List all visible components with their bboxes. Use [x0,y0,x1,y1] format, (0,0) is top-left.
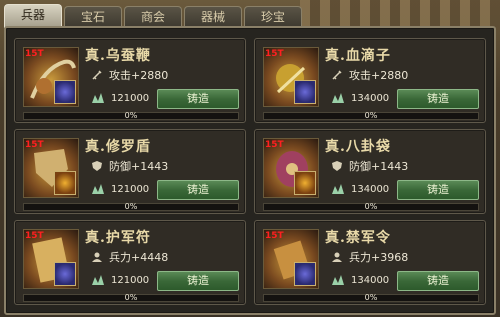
forge-panel: 15T 真.乌蚕鞭 攻击+2880 121000 铸造 0% 15T 真.血滴子 [4,26,496,315]
item-cost-value: 134000 [351,183,390,195]
gem-icon [294,80,316,104]
sword-icon [332,70,342,80]
item-icon[interactable]: 15T [263,47,319,107]
item-card: 15T 真.八卦袋 防御+1443 134000 铸造 0% [254,129,486,214]
soldier-icon [332,252,342,262]
forge-progress-bar: 0% [23,293,239,302]
gem-icon [294,262,316,286]
item-level-badge: 15T [25,140,44,150]
sword-icon [92,70,102,80]
tab-weapons[interactable]: 兵器 [4,4,62,28]
gem-icon [54,80,76,104]
item-stat: 攻击+2880 [91,67,168,83]
item-icon[interactable]: 15T [23,229,79,289]
jade-icon [92,93,104,103]
forge-button[interactable]: 铸造 [397,180,479,200]
progress-text: 0% [364,293,378,302]
item-cost: 121000 [91,92,149,104]
item-name: 真.护军符 [85,230,151,246]
progress-text: 0% [124,111,138,120]
item-card: 15T 真.护军符 兵力+4448 121000 铸造 0% [14,220,246,305]
item-stat-text: 攻击+2880 [109,69,169,82]
jade-icon [332,275,344,285]
shield-icon [332,161,342,171]
item-card: 15T 真.修罗盾 防御+1443 121000 铸造 0% [14,129,246,214]
item-stat: 攻击+2880 [331,67,408,83]
item-level-badge: 15T [265,231,284,241]
item-cost: 134000 [331,183,389,195]
forge-button[interactable]: 铸造 [397,271,479,291]
gem-icon [54,171,76,195]
item-stat-text: 兵力+3968 [349,251,409,264]
tab-treasures[interactable]: 珍宝 [244,6,302,28]
jade-icon [92,275,104,285]
item-icon[interactable]: 15T [23,138,79,198]
item-cost: 121000 [91,274,149,286]
item-card: 15T 真.禁军令 兵力+3968 134000 铸造 0% [254,220,486,305]
item-level-badge: 15T [265,140,284,150]
forge-button[interactable]: 铸造 [397,89,479,109]
soldier-icon [92,252,102,262]
item-stat-text: 防御+1443 [109,160,169,173]
item-name: 真.禁军令 [325,230,391,246]
gem-icon [54,262,76,286]
tab-machinery[interactable]: 器械 [184,6,242,28]
jade-icon [332,184,344,194]
item-stat: 防御+1443 [91,158,168,174]
gem-icon [294,171,316,195]
item-cost-value: 121000 [111,92,150,104]
forge-progress-bar: 0% [23,202,239,211]
item-name: 真.血滴子 [325,48,391,64]
item-icon[interactable]: 15T [263,138,319,198]
item-level-badge: 15T [25,231,44,241]
forge-progress-bar: 0% [263,111,479,120]
forge-button[interactable]: 铸造 [157,89,239,109]
item-card: 15T 真.乌蚕鞭 攻击+2880 121000 铸造 0% [14,38,246,123]
item-cost: 121000 [91,183,149,195]
jade-icon [332,93,344,103]
item-cost-value: 134000 [351,274,390,286]
item-icon[interactable]: 15T [263,229,319,289]
tab-gems[interactable]: 宝石 [64,6,122,28]
item-card: 15T 真.血滴子 攻击+2880 134000 铸造 0% [254,38,486,123]
item-level-badge: 15T [25,49,44,59]
shield-icon [92,161,102,171]
tab-bar: 兵器 宝石 商会 器械 珍宝 [4,4,334,28]
item-stat: 兵力+4448 [91,249,168,265]
item-cost-value: 121000 [111,183,150,195]
item-level-badge: 15T [265,49,284,59]
item-stat: 防御+1443 [331,158,408,174]
item-cost-value: 134000 [351,92,390,104]
item-icon[interactable]: 15T [23,47,79,107]
item-cost-value: 121000 [111,274,150,286]
forge-button[interactable]: 铸造 [157,180,239,200]
progress-text: 0% [364,202,378,211]
item-stat-text: 兵力+4448 [109,251,169,264]
item-stat: 兵力+3968 [331,249,408,265]
item-name: 真.八卦袋 [325,139,391,155]
item-stat-text: 攻击+2880 [349,69,409,82]
item-cost: 134000 [331,92,389,104]
forge-progress-bar: 0% [263,293,479,302]
item-stat-text: 防御+1443 [349,160,409,173]
progress-text: 0% [364,111,378,120]
forge-progress-bar: 0% [23,111,239,120]
item-name: 真.修罗盾 [85,139,151,155]
item-name: 真.乌蚕鞭 [85,48,151,64]
item-cost: 134000 [331,274,389,286]
jade-icon [92,184,104,194]
forge-progress-bar: 0% [263,202,479,211]
progress-text: 0% [124,293,138,302]
tab-guild[interactable]: 商会 [124,6,182,28]
forge-button[interactable]: 铸造 [157,271,239,291]
progress-text: 0% [124,202,138,211]
